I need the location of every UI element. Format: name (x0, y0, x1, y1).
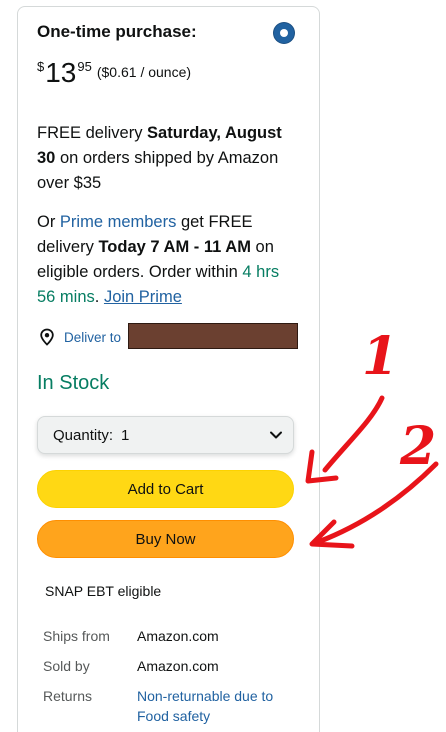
quantity-dropdown[interactable]: Quantity: 1 (37, 416, 294, 454)
stock-status: In Stock (37, 372, 110, 394)
buy-box-card (17, 6, 320, 732)
quantity-label: Quantity: (53, 426, 114, 444)
deliver-to-link[interactable]: Deliver to (38, 325, 121, 349)
prime-prefix: Or (37, 213, 60, 231)
ships-from-label: Ships from (43, 628, 110, 644)
add-to-cart-button[interactable]: Add to Cart (37, 470, 294, 508)
price-fraction: 95 (77, 59, 92, 74)
purchase-option-title: One-time purchase: (37, 22, 197, 41)
chevron-down-icon (270, 431, 282, 439)
prime-delivery-window: Today 7 AM - 11 AM (98, 238, 251, 256)
location-pin-icon (40, 328, 54, 346)
buy-box-page: One-time purchase: $ 13 95 ($0.61 / ounc… (0, 0, 446, 732)
quantity-value: 1 (121, 426, 130, 444)
price-currency-symbol: $ (37, 59, 45, 74)
prime-text-3: . (94, 288, 104, 306)
price: $ 13 95 ($0.61 / ounce) (37, 56, 191, 92)
standard-delivery-message: FREE delivery Saturday, August 30 on ord… (37, 121, 299, 196)
delivery-text-2: on orders shipped by Amazon over $35 (37, 149, 279, 192)
annotation-number-1: 1 (362, 326, 398, 387)
annotation-arrow-1 (322, 395, 385, 473)
ships-from-value: Amazon.com (137, 628, 219, 644)
unit-price: ($0.61 / ounce) (96, 64, 192, 80)
returns-policy-link[interactable]: Non-returnable due to Food safety (137, 686, 297, 726)
radio-selected-dot (280, 29, 288, 37)
sold-by-value: Amazon.com (137, 658, 219, 674)
prime-delivery-message: Or Prime members get FREE delivery Today… (37, 210, 299, 310)
deliver-to-label: Deliver to (64, 329, 122, 345)
sold-by-label: Sold by (43, 658, 90, 674)
price-whole: 13 (45, 57, 77, 88)
one-time-purchase-radio[interactable] (274, 23, 294, 43)
prime-members-link[interactable]: Prime members (60, 213, 176, 231)
join-prime-link[interactable]: Join Prime (104, 288, 182, 306)
buy-now-button[interactable]: Buy Now (37, 520, 294, 558)
snap-ebt-eligible: SNAP EBT eligible (45, 583, 162, 599)
annotation-arrow-2 (315, 461, 439, 545)
redacted-address (128, 323, 298, 349)
delivery-text: FREE delivery (37, 124, 148, 142)
returns-label: Returns (43, 688, 93, 704)
annotation-number-2: 2 (399, 416, 436, 477)
